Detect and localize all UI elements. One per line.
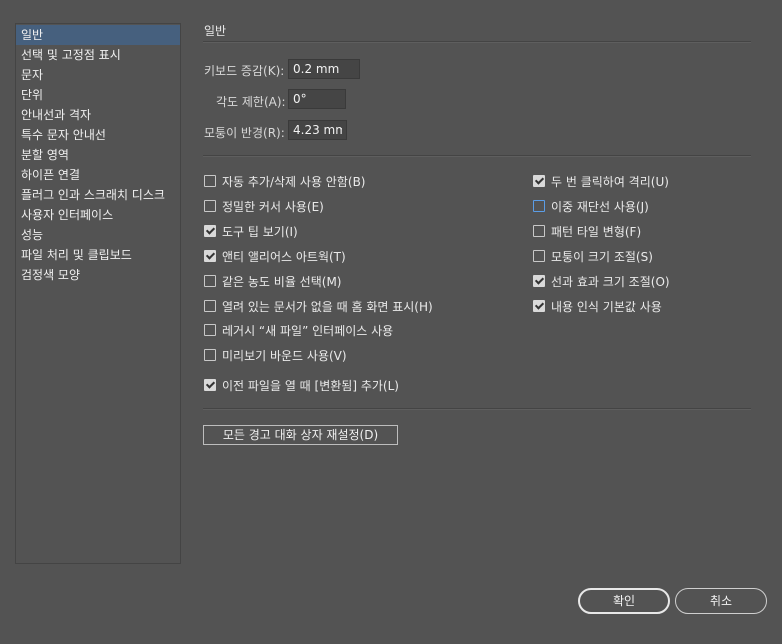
checkbox-disable-auto-add-delete[interactable]: 자동 추가/삭제 사용 안함(B) — [204, 172, 365, 190]
checkbox-box[interactable] — [533, 175, 545, 187]
checkbox-box[interactable] — [204, 200, 216, 212]
fields-divider — [203, 155, 751, 157]
checkbox-box[interactable] — [533, 200, 545, 212]
checkbox-box[interactable] — [204, 349, 216, 361]
checkbox-label: 두 번 클릭하여 격리(U) — [551, 174, 669, 189]
checkbox-show-home-screen[interactable]: 열려 있는 문서가 없을 때 홈 화면 표시(H) — [204, 297, 433, 315]
checkbox-content-aware-defaults[interactable]: 내용 인식 기본값 사용 — [533, 297, 662, 315]
checkbox-japanese-crop-marks[interactable]: 이중 재단선 사용(J) — [533, 197, 649, 215]
checkbox-label: 패턴 타일 변형(F) — [551, 224, 642, 239]
sidebar-item-type[interactable]: 문자 — [16, 65, 180, 85]
checkbox-transform-pattern-tiles[interactable]: 패턴 타일 변형(F) — [533, 222, 641, 240]
sidebar-item-slices[interactable]: 분할 영역 — [16, 145, 180, 165]
checkbox-show-tool-tips[interactable]: 도구 팁 보기(I) — [204, 222, 298, 240]
checkbox-label: 같은 농도 비율 선택(M) — [222, 274, 342, 289]
sidebar-item-plugins-scratch-disks[interactable]: 플러그 인과 스크래치 디스크 — [16, 185, 180, 205]
corner-radius-input[interactable] — [288, 120, 347, 140]
checkbox-box[interactable] — [533, 225, 545, 237]
checkbox-label: 이중 재단선 사용(J) — [551, 199, 649, 214]
checkbox-scale-corners[interactable]: 모퉁이 크기 조절(S) — [533, 247, 653, 265]
checkbox-preview-bounds[interactable]: 미리보기 바운드 사용(V) — [204, 346, 347, 364]
checkbox-precise-cursors[interactable]: 정밀한 커서 사용(E) — [204, 197, 324, 215]
checkbox-scale-strokes-effects[interactable]: 선과 효과 크기 조절(O) — [533, 272, 670, 290]
checkbox-label: 열려 있는 문서가 없을 때 홈 화면 표시(H) — [222, 299, 433, 314]
checkbox-label: 정밀한 커서 사용(E) — [222, 199, 324, 214]
checkbox-box[interactable] — [533, 275, 545, 287]
checkbox-anti-aliased-artwork[interactable]: 앤티 앨리어스 아트웍(T) — [204, 247, 346, 265]
title-divider — [203, 41, 751, 43]
checkbox-label: 선과 효과 크기 조절(O) — [551, 274, 670, 289]
checkbox-label: 미리보기 바운드 사용(V) — [222, 348, 347, 363]
sidebar-item-general[interactable]: 일반 — [16, 25, 180, 45]
checkbox-box[interactable] — [533, 300, 545, 312]
checkbox-box[interactable] — [204, 300, 216, 312]
checkbox-label: 이전 파일을 열 때 [변환됨] 추가(L) — [222, 378, 399, 393]
constrain-angle-input[interactable] — [288, 89, 346, 109]
section-title: 일반 — [204, 24, 227, 38]
sidebar-item-performance[interactable]: 성능 — [16, 225, 180, 245]
checkbox-double-click-isolate[interactable]: 두 번 클릭하여 격리(U) — [533, 172, 669, 190]
sidebar-item-guides-grid[interactable]: 안내선과 격자 — [16, 105, 180, 125]
constrain-angle-label: 각도 제한(A): — [216, 95, 286, 109]
preferences-sidebar: 일반 선택 및 고정점 표시 문자 단위 안내선과 격자 특수 문자 안내선 분… — [15, 23, 181, 564]
reset-all-warnings-button[interactable]: 모든 경고 대화 상자 재설정(D) — [203, 425, 398, 445]
checkbox-box[interactable] — [204, 379, 216, 391]
sidebar-item-hyphenation[interactable]: 하이픈 연결 — [16, 165, 180, 185]
sidebar-item-smart-guides[interactable]: 특수 문자 안내선 — [16, 125, 180, 145]
checkbox-label: 앤티 앨리어스 아트웍(T) — [222, 249, 346, 264]
checkbox-append-converted[interactable]: 이전 파일을 열 때 [변환됨] 추가(L) — [204, 376, 399, 394]
sidebar-item-selection-anchor-display[interactable]: 선택 및 고정점 표시 — [16, 45, 180, 65]
sidebar-item-units[interactable]: 단위 — [16, 85, 180, 105]
sidebar-item-file-handling-clipboard[interactable]: 파일 처리 및 클립보드 — [16, 245, 180, 265]
corner-radius-label: 모퉁이 반경(R): — [204, 126, 285, 140]
checkbox-box[interactable] — [204, 324, 216, 336]
keyboard-increment-label: 키보드 증감(K): — [204, 64, 285, 78]
checkbox-label: 레거시 “새 파일” 인터페이스 사용 — [222, 323, 394, 338]
cancel-button[interactable]: 취소 — [675, 588, 767, 614]
checkbox-box[interactable] — [533, 250, 545, 262]
sidebar-item-black-appearance[interactable]: 검정색 모양 — [16, 265, 180, 285]
checkbox-label: 모퉁이 크기 조절(S) — [551, 249, 653, 264]
checkbox-label: 도구 팁 보기(I) — [222, 224, 298, 239]
options-divider — [203, 408, 751, 410]
keyboard-increment-input[interactable] — [288, 59, 360, 79]
checkbox-label: 내용 인식 기본값 사용 — [551, 299, 662, 314]
checkbox-box[interactable] — [204, 275, 216, 287]
ok-button[interactable]: 확인 — [578, 588, 670, 614]
sidebar-item-user-interface[interactable]: 사용자 인터페이스 — [16, 205, 180, 225]
checkbox-label: 자동 추가/삭제 사용 안함(B) — [222, 174, 366, 189]
checkbox-legacy-new-file[interactable]: 레거시 “새 파일” 인터페이스 사용 — [204, 321, 393, 339]
checkbox-box[interactable] — [204, 175, 216, 187]
checkbox-box[interactable] — [204, 250, 216, 262]
checkbox-select-same-tint[interactable]: 같은 농도 비율 선택(M) — [204, 272, 341, 290]
checkbox-box[interactable] — [204, 225, 216, 237]
